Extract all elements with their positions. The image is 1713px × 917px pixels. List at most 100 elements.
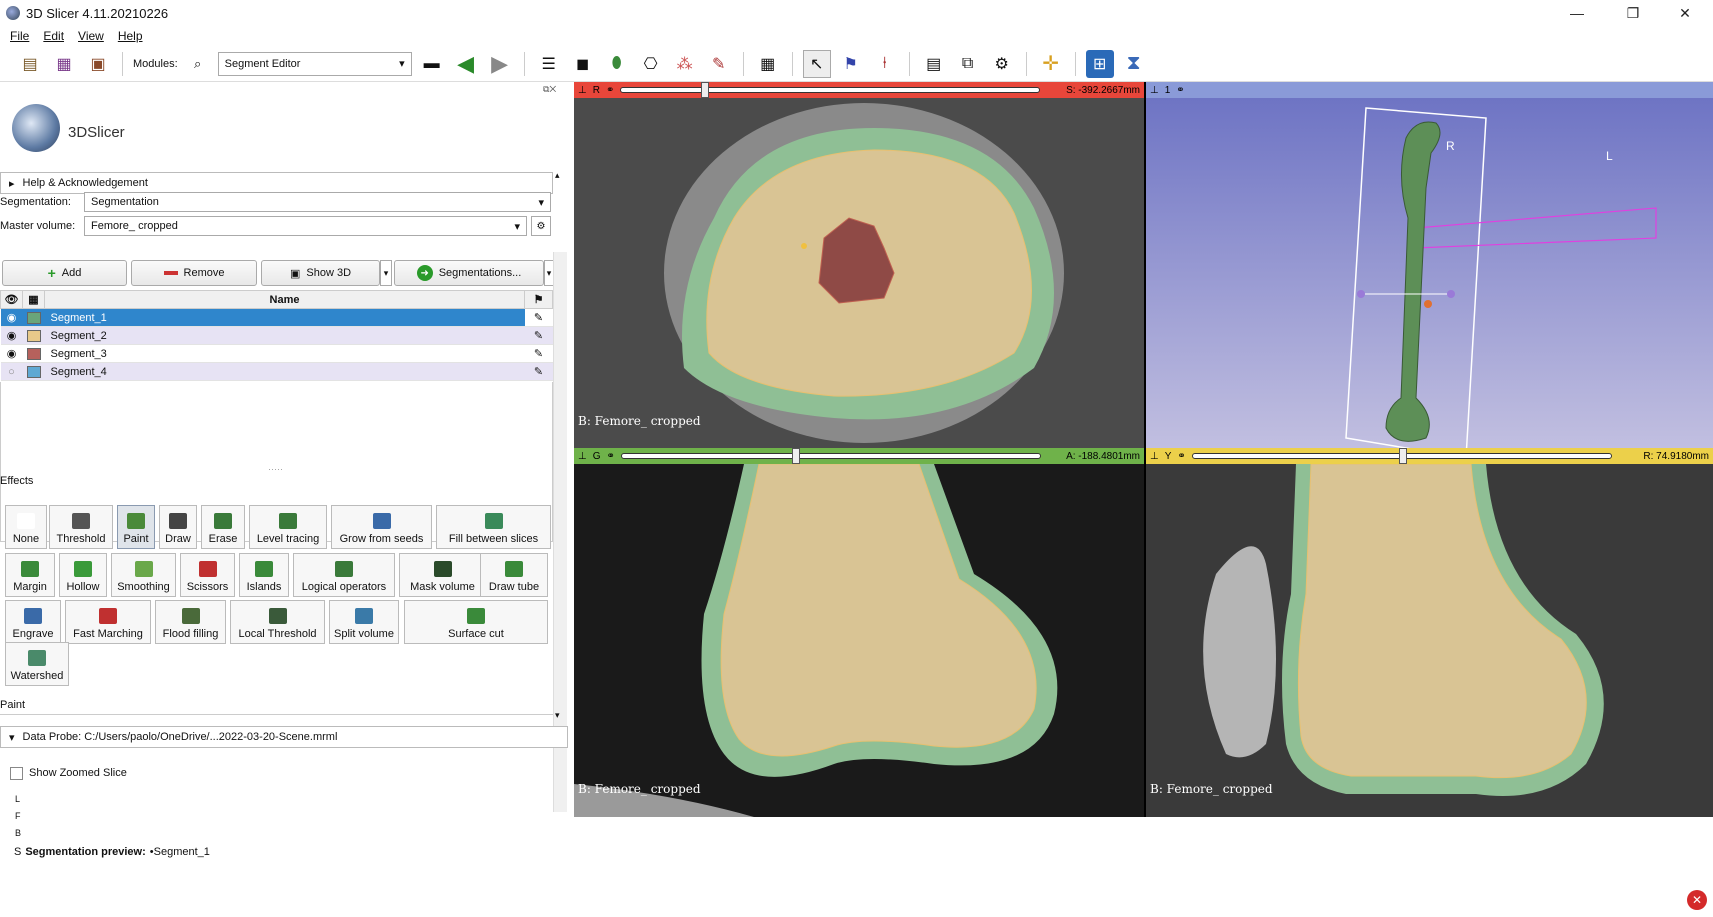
- threed-view-controller[interactable]: ⊥ 1 ⚭: [1146, 82, 1713, 98]
- reformat-icon[interactable]: ⚙: [988, 50, 1016, 78]
- red-slice-slider[interactable]: [620, 82, 1041, 98]
- effect-engrave-button[interactable]: Engrave: [5, 600, 61, 644]
- data-module-icon[interactable]: ☰: [535, 50, 563, 78]
- place-fiducial-icon[interactable]: ⚑: [837, 50, 865, 78]
- pin-icon[interactable]: ⊥: [1150, 85, 1159, 96]
- load-dicom-icon[interactable]: ▦: [50, 50, 78, 78]
- link-icon[interactable]: ⚭: [607, 451, 615, 462]
- scroll-down-icon[interactable]: ▾: [555, 710, 560, 721]
- show-zoomed-label: Show Zoomed Slice: [29, 767, 127, 779]
- extension-manager-icon[interactable]: ⊞: [1085, 49, 1114, 78]
- crosshair-placement-icon[interactable]: ⍿: [871, 50, 899, 78]
- menu-file[interactable]: File: [10, 29, 29, 43]
- slider-handle[interactable]: [701, 82, 710, 98]
- fiducial-marker[interactable]: [801, 243, 807, 249]
- green-slice-slider[interactable]: [620, 448, 1041, 464]
- save-data-icon[interactable]: ▣: [84, 50, 112, 78]
- effect-none-button[interactable]: None: [5, 505, 47, 549]
- python-console-icon[interactable]: ⧗: [1120, 50, 1148, 78]
- pin-icon[interactable]: ⊥: [578, 85, 587, 96]
- effect-islands-button[interactable]: Islands: [239, 553, 289, 597]
- effect-watershed-button[interactable]: Watershed: [5, 642, 69, 686]
- screenshot-icon[interactable]: ▤: [920, 50, 948, 78]
- close-button[interactable]: ✕: [1661, 0, 1709, 26]
- menu-edit[interactable]: Edit: [43, 29, 64, 43]
- green-slice-readout: A: -188.4801mm: [1066, 450, 1140, 462]
- green-view-controller[interactable]: ⊥ G ⚭ A: -188.4801mm: [574, 448, 1144, 464]
- module-history-icon[interactable]: ▬: [418, 50, 446, 78]
- effect-surface-cut-button[interactable]: Surface cut: [404, 600, 548, 644]
- show-zoomed-row: Show Zoomed Slice: [10, 762, 563, 784]
- effect-draw-button[interactable]: Draw: [159, 505, 197, 549]
- effect-draw-tube-button[interactable]: Draw tube: [480, 553, 548, 597]
- effect-erase-button[interactable]: Erase: [201, 505, 245, 549]
- load-data-icon[interactable]: ▤: [16, 50, 44, 78]
- forward-arrow-icon[interactable]: ▶: [486, 50, 514, 78]
- effect-label: Split volume: [334, 628, 394, 640]
- markups-module-icon[interactable]: ⁂: [671, 50, 699, 78]
- show-zoomed-checkbox[interactable]: [10, 766, 23, 780]
- slider-handle[interactable]: [791, 448, 800, 464]
- main-toolbar: ▤ ▦ ▣ Modules: ⌕ Segment Editor ▾ ▬ ◀ ▶ …: [0, 46, 1713, 82]
- back-arrow-icon[interactable]: ◀: [452, 50, 480, 78]
- effect-fill-between-slices-button[interactable]: Fill between slices: [436, 505, 551, 549]
- threed-view[interactable]: R L: [1146, 98, 1713, 480]
- yellow-view-volume-label: B: Femore_ cropped: [1150, 782, 1273, 796]
- slider-handle[interactable]: [1398, 448, 1407, 464]
- module-selector[interactable]: Segment Editor ▾: [217, 51, 412, 76]
- effect-paint-button[interactable]: Paint: [117, 505, 155, 549]
- models-module-icon[interactable]: ⬮: [603, 50, 631, 78]
- effect-icon: [181, 608, 200, 624]
- view-link-icon[interactable]: ⧉: [954, 50, 982, 78]
- effect-fast-marching-button[interactable]: Fast Marching: [65, 600, 151, 644]
- error-log-icon[interactable]: ✕: [1687, 890, 1707, 910]
- effect-icon: [72, 513, 90, 529]
- effect-margin-button[interactable]: Margin: [5, 553, 55, 597]
- effect-flood-filling-button[interactable]: Flood filling: [155, 600, 226, 644]
- layout-icon[interactable]: ▦: [754, 50, 782, 78]
- red-view-controller[interactable]: ⊥ R ⚭ S: -392.2667mm: [574, 82, 1144, 98]
- menu-view[interactable]: View: [78, 29, 104, 43]
- minimize-button[interactable]: —: [1553, 0, 1601, 26]
- effect-scissors-button[interactable]: Scissors: [180, 553, 235, 597]
- pin-icon[interactable]: ⊥: [1150, 451, 1159, 462]
- green-slice-view[interactable]: [574, 464, 1144, 817]
- paint-options-area: [0, 714, 553, 720]
- effect-mask-volume-button[interactable]: Mask volume: [399, 553, 486, 597]
- effect-grow-from-seeds-button[interactable]: Grow from seeds: [331, 505, 432, 549]
- link-icon[interactable]: ⚭: [1177, 451, 1185, 462]
- pin-icon[interactable]: ⊥: [578, 451, 587, 462]
- select-pointer-icon[interactable]: ↖: [802, 49, 831, 78]
- interaction-handle[interactable]: [1424, 300, 1432, 308]
- probe-line-b: B: [15, 828, 22, 838]
- effect-logical-operators-button[interactable]: Logical operators: [293, 553, 395, 597]
- link-icon[interactable]: ⚭: [1176, 85, 1184, 96]
- green-view-letter: G: [592, 450, 601, 462]
- yellow-view-controller[interactable]: ⊥ Y ⚭ R: 74.9180mm: [1146, 448, 1713, 464]
- effect-label: Flood filling: [162, 628, 219, 640]
- volumes-module-icon[interactable]: ◼: [569, 50, 597, 78]
- crosshair-icon[interactable]: ✛: [1037, 50, 1065, 78]
- effect-split-volume-button[interactable]: Split volume: [329, 600, 399, 644]
- segment-editor-icon[interactable]: ✎: [705, 50, 733, 78]
- maximize-button[interactable]: ❐: [1609, 0, 1657, 26]
- transforms-module-icon[interactable]: ⎔: [637, 50, 665, 78]
- interaction-handle[interactable]: [1357, 290, 1365, 298]
- interaction-handle[interactable]: [1447, 290, 1455, 298]
- effect-smoothing-button[interactable]: Smoothing: [111, 553, 176, 597]
- view-layout: ⊥ R ⚭ S: -392.2667mm B: Femore_ cropped …: [574, 82, 1713, 917]
- effect-label: Grow from seeds: [339, 533, 424, 545]
- yellow-view-letter: Y: [1164, 450, 1172, 462]
- yellow-slice-view[interactable]: [1146, 464, 1713, 817]
- effect-local-threshold-button[interactable]: Local Threshold: [230, 600, 325, 644]
- yellow-slice-slider[interactable]: [1191, 448, 1612, 464]
- effect-threshold-button[interactable]: Threshold: [49, 505, 113, 549]
- link-icon[interactable]: ⚭: [606, 85, 614, 96]
- module-search-icon[interactable]: ⌕: [184, 50, 212, 78]
- data-probe-section[interactable]: ▾ Data Probe: C:/Users/paolo/OneDrive/..…: [0, 726, 568, 748]
- menu-help[interactable]: Help: [118, 29, 143, 43]
- scroll-up-icon[interactable]: ▴: [555, 170, 560, 181]
- effect-level-tracing-button[interactable]: Level tracing: [249, 505, 327, 549]
- module-panel: ⧉✕ 3DSlicer ▸ Help & Acknowledgement Seg…: [0, 82, 574, 917]
- effect-hollow-button[interactable]: Hollow: [59, 553, 107, 597]
